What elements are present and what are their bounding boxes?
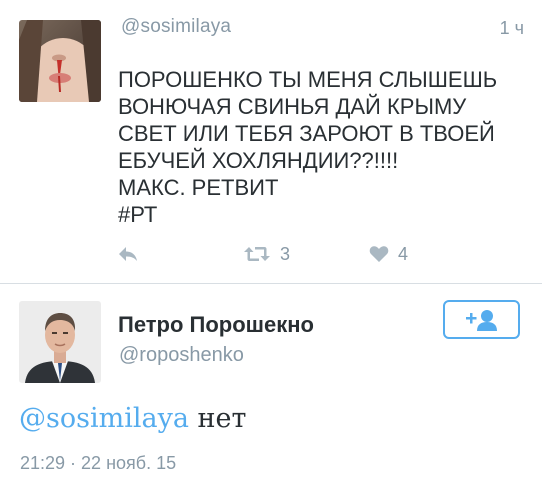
heart-icon bbox=[369, 246, 389, 262]
reply-text: @sosimilaya нет bbox=[19, 403, 246, 434]
like-count: 4 bbox=[398, 243, 409, 264]
reply-author-name[interactable]: Петро Порошекно bbox=[118, 312, 314, 338]
tweet-hashtag[interactable]: #РТ bbox=[118, 201, 528, 228]
retweet-icon bbox=[244, 247, 270, 261]
reply-mention-link[interactable]: @sosimilaya bbox=[19, 403, 189, 434]
reply-body: нет bbox=[188, 403, 247, 434]
tweet-text-line: ПОРОШЕНКО ТЫ МЕНЯ СЛЫШЕШЬ bbox=[118, 67, 498, 92]
tweet-reply: Петро Порошекно @roposhenko @sosimilaya … bbox=[0, 284, 542, 493]
reply-timestamp[interactable]: 21:29 · 22 нояб. 15 bbox=[20, 453, 176, 474]
tweet-text-line: МАКС. РЕТВИТ bbox=[118, 175, 279, 200]
reply-author-handle[interactable]: @roposhenko bbox=[119, 344, 244, 367]
avatar-sosimilaya[interactable] bbox=[19, 20, 101, 102]
tweet-text-line: СВЕТ ИЛИ ТЕБЯ ЗАРОЮТ В ТВОЕЙ bbox=[118, 121, 495, 146]
retweet-count: 3 bbox=[280, 243, 291, 264]
tweet-text-line: ВОНЮЧАЯ СВИНЬЯ ДАЙ КРЫМУ bbox=[118, 94, 467, 119]
reply-button[interactable] bbox=[117, 243, 139, 265]
tweet-time[interactable]: 1 ч bbox=[500, 18, 524, 39]
tweet-author-handle[interactable]: @sosimilaya bbox=[121, 16, 231, 38]
add-user-icon bbox=[465, 309, 497, 331]
tweet-text-line: ЕБУЧЕЙ ХОХЛЯНДИИ??!!!! bbox=[118, 148, 399, 173]
reply-arrow-icon bbox=[119, 247, 137, 261]
tweet-original: @sosimilaya 1 ч ПОРОШЕНКО ТЫ МЕНЯ СЛЫШЕШ… bbox=[0, 0, 542, 282]
like-button[interactable]: 4 bbox=[369, 243, 408, 265]
follow-button[interactable] bbox=[443, 300, 520, 339]
avatar-roposhenko[interactable] bbox=[19, 301, 101, 383]
retweet-button[interactable]: 3 bbox=[243, 243, 290, 265]
tweet-actions: 3 4 bbox=[117, 243, 497, 265]
tweet-text: ПОРОШЕНКО ТЫ МЕНЯ СЛЫШЕШЬ ВОНЮЧАЯ СВИНЬЯ… bbox=[118, 66, 528, 228]
